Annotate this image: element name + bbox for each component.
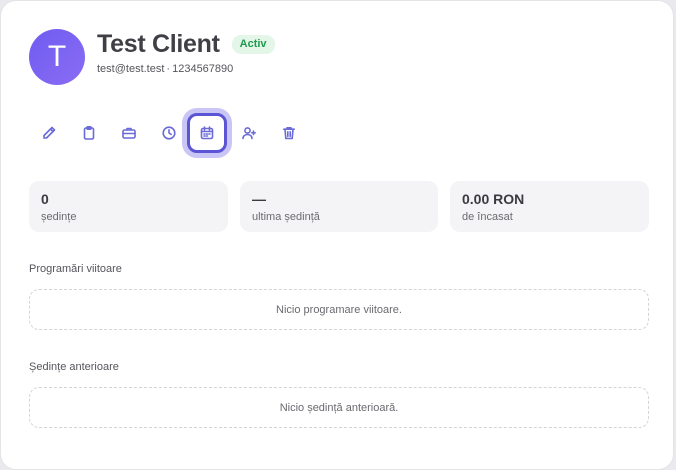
history-button[interactable] [149, 113, 189, 153]
client-email: test@test.test [97, 63, 165, 75]
past-title: Ședințe anterioare [29, 361, 119, 373]
contact-info: test@test.test · 1234567890 [97, 63, 233, 75]
upcoming-title: Programări viitoare [29, 263, 122, 275]
delete-button[interactable] [269, 113, 309, 153]
stat-due: 0.00 RON de încasat [450, 181, 649, 232]
briefcase-icon [122, 127, 136, 139]
avatar-letter: T [47, 40, 67, 73]
calendar-icon [200, 126, 214, 140]
user-plus-icon [242, 127, 256, 140]
notes-button[interactable] [69, 113, 109, 153]
trash-icon [283, 127, 295, 140]
stat-last-session: — ultima ședință [240, 181, 438, 232]
past-empty: Nicio ședință anterioară. [29, 387, 649, 428]
stat-label: de încasat [462, 211, 513, 223]
clock-icon [162, 126, 176, 140]
client-phone: 1234567890 [172, 63, 234, 75]
schedule-button[interactable] [187, 113, 227, 153]
clipboard-icon [83, 125, 95, 140]
pencil-icon [43, 126, 56, 139]
avatar: T [29, 29, 85, 85]
stat-value: — [252, 191, 266, 207]
stat-label: ședințe [41, 211, 77, 223]
contact-separator: · [166, 63, 171, 75]
stat-value: 0.00 RON [462, 191, 525, 207]
status-badge: Activ [231, 34, 275, 54]
client-card: T Test Client Activ test@test.test · 12345… [0, 0, 674, 470]
stat-value: 0 [41, 191, 49, 207]
stat-sessions: 0 ședințe [29, 181, 228, 232]
services-button[interactable] [109, 113, 149, 153]
assign-user-button[interactable] [229, 113, 269, 153]
name-row: Test Client Activ [97, 29, 275, 59]
stat-label: ultima ședință [252, 211, 320, 223]
client-name: Test Client [97, 30, 220, 58]
upcoming-empty: Nicio programare viitoare. [29, 289, 649, 330]
edit-button[interactable] [29, 113, 69, 153]
